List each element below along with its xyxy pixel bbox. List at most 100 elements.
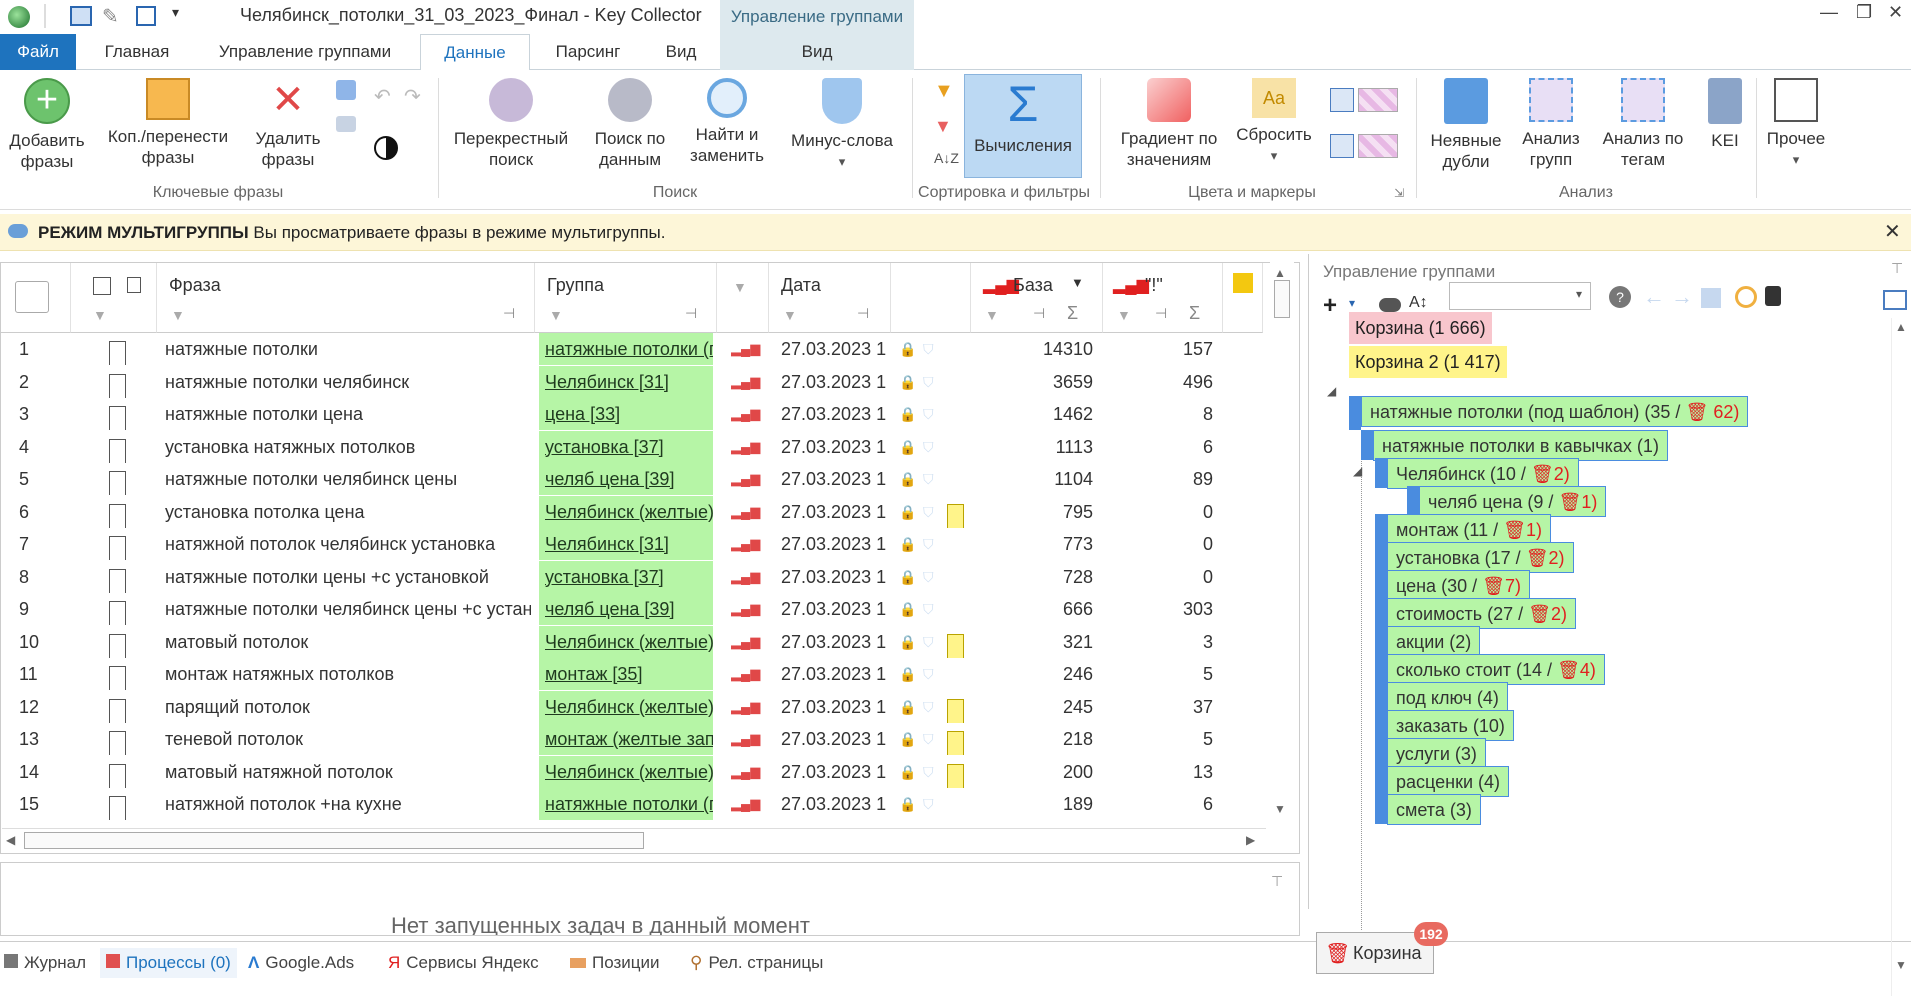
- column-chooser-icon[interactable]: [15, 281, 49, 313]
- collapse-icon[interactable]: [1701, 288, 1721, 308]
- checkbox[interactable]: [109, 698, 126, 723]
- lock-icon[interactable]: 🔒: [899, 788, 915, 820]
- shield-icon[interactable]: ⛉: [923, 431, 939, 463]
- table-row[interactable]: 10 матовый потолок Челябинск (желтые) ▂▄▆ 27…: [1, 625, 1261, 659]
- lock-icon[interactable]: 🔒: [899, 398, 915, 430]
- filter-icon[interactable]: ▼: [1117, 307, 1131, 323]
- lock-icon[interactable]: 🔒: [899, 496, 915, 528]
- lock-icon[interactable]: 🔒: [899, 756, 915, 788]
- checkbox[interactable]: [109, 471, 126, 495]
- column-group-header[interactable]: Группа ▼ ⊣: [535, 263, 717, 333]
- close-window-icon[interactable]: ✕: [1888, 2, 1903, 23]
- lock-icon[interactable]: 🔒: [899, 593, 915, 625]
- column-excl-header[interactable]: ▂▄▆ "!" ▼ ⊣ Σ: [1103, 263, 1223, 333]
- group-link[interactable]: Челябинск [31]: [539, 528, 713, 560]
- lock-icon[interactable]: 🔒: [899, 626, 915, 658]
- pin-icon[interactable]: ⊣: [503, 305, 515, 322]
- group-link[interactable]: натяжные потолки (под шаблон) [35]: [539, 333, 713, 365]
- row-checkbox[interactable]: [109, 463, 129, 495]
- chart-icon[interactable]: ▂▄▆: [731, 431, 761, 463]
- copy-move-phrases-button[interactable]: Коп./перенести фразы: [102, 78, 234, 168]
- find-replace-button[interactable]: Найти и заменить: [682, 78, 772, 166]
- row-checkbox[interactable]: [109, 496, 129, 528]
- minimize-icon[interactable]: —: [1820, 2, 1838, 23]
- group-node[interactable]: монтаж (11 / 🗑1): [1387, 514, 1551, 545]
- dialog-launcher-icon[interactable]: ⇲: [1394, 186, 1404, 200]
- column-settings-header[interactable]: [1, 263, 71, 333]
- eraser-icon[interactable]: [336, 116, 356, 132]
- cross-search-button[interactable]: Перекрестный поиск: [446, 78, 576, 170]
- group-node[interactable]: расценки (4): [1387, 766, 1510, 797]
- row-checkbox[interactable]: [109, 658, 129, 690]
- filter-icon[interactable]: ▼: [985, 307, 999, 323]
- row-checkbox[interactable]: [109, 431, 129, 463]
- row-checkbox[interactable]: [109, 561, 129, 593]
- checkbox[interactable]: [109, 373, 126, 398]
- pin-icon[interactable]: ⊣: [685, 305, 697, 322]
- close-notice-icon[interactable]: ✕: [1884, 214, 1901, 251]
- group-link[interactable]: Челябинск [31]: [539, 365, 713, 398]
- table-icon[interactable]: [136, 6, 156, 26]
- checkbox[interactable]: [109, 568, 126, 593]
- sort-az-icon[interactable]: A↓Z: [934, 150, 959, 166]
- group-link[interactable]: Челябинск (желтые): [539, 755, 713, 788]
- column-phrase-header[interactable]: Фраза ▼ ⊣: [157, 263, 535, 333]
- lock-icon[interactable]: 🔒: [899, 691, 915, 723]
- pin-icon[interactable]: ⊣: [1033, 305, 1045, 322]
- tab-group-management[interactable]: Управление группами: [200, 34, 410, 70]
- color-palette-dropdown[interactable]: [1358, 134, 1398, 158]
- table-row[interactable]: 9 натяжные потолки челябинск цены +с уста…: [1, 593, 1261, 626]
- column-base-header[interactable]: ▂▄▆ База ▼ ▼ ⊣ Σ: [971, 263, 1103, 333]
- shield-icon[interactable]: ⛉: [923, 593, 939, 625]
- help-icon[interactable]: ?: [1609, 286, 1631, 308]
- group-node[interactable]: Челябинск (10 / 🗑2): [1387, 458, 1579, 489]
- dropdown-icon[interactable]: ▾: [1349, 296, 1355, 310]
- group-link[interactable]: челяб цена [39]: [539, 593, 713, 625]
- tab-processes[interactable]: Процессы (0): [100, 948, 237, 978]
- checkbox[interactable]: [109, 341, 126, 365]
- shield-icon[interactable]: ⛉: [923, 561, 939, 593]
- tab-relevant-pages[interactable]: ⚲ Рел. страницы: [690, 948, 823, 978]
- gradient-button[interactable]: Градиент по значениям: [1110, 78, 1228, 170]
- clear-filter-icon[interactable]: ▼: [934, 116, 952, 137]
- column-extra-header[interactable]: [1223, 263, 1263, 333]
- tree-collapse-icon[interactable]: ◢: [1353, 464, 1362, 478]
- column-mode-icon[interactable]: [127, 277, 141, 293]
- tree-collapse-icon[interactable]: ◢: [1327, 384, 1336, 398]
- scrollbar-thumb[interactable]: [24, 832, 644, 849]
- filter-icon[interactable]: ▼: [934, 80, 954, 103]
- calculations-button[interactable]: Σ Вычисления: [964, 74, 1082, 178]
- arrow-right-icon[interactable]: →: [1671, 284, 1693, 310]
- group-node[interactable]: сколько стоит (14 / 🗑4): [1387, 654, 1605, 685]
- tab-yandex-services[interactable]: Я Сервисы Яндекс: [388, 948, 539, 978]
- group-link[interactable]: натяжные потолки (под шаблон): [539, 788, 713, 820]
- split-icon[interactable]: [336, 80, 356, 100]
- grid-color-icon[interactable]: [1330, 134, 1354, 158]
- group-node[interactable]: заказать (10): [1387, 710, 1514, 741]
- filter-icon[interactable]: ▼: [93, 307, 107, 323]
- grid-view-icon[interactable]: [1883, 290, 1907, 310]
- shield-icon[interactable]: ⛉: [923, 398, 939, 430]
- group-link[interactable]: Челябинск (желтые): [539, 495, 713, 528]
- table-row[interactable]: 6 установка потолка цена Челябинск (желты…: [1, 495, 1261, 529]
- implicit-duplicates-button[interactable]: Неявные дубли: [1424, 78, 1508, 172]
- group-node[interactable]: услуги (3): [1387, 738, 1486, 769]
- shield-icon[interactable]: ⛉: [923, 756, 939, 788]
- filter-icon[interactable]: ▼: [733, 279, 747, 295]
- lock-icon[interactable]: 🔒: [899, 723, 915, 755]
- minus-words-button[interactable]: Минус-слова ▾: [780, 78, 904, 172]
- grid-horizontal-scrollbar[interactable]: ◀ ▶: [2, 828, 1266, 852]
- table-row[interactable]: 13 теневой потолок монтаж (желтые зап.) ▂▄▆…: [1, 723, 1261, 756]
- reset-button[interactable]: Aa Сбросить ▾: [1226, 78, 1322, 166]
- marker-cell[interactable]: [947, 626, 967, 658]
- group-link[interactable]: установка [37]: [539, 560, 713, 593]
- tab-file[interactable]: Файл: [0, 34, 76, 70]
- chart-icon[interactable]: ▂▄▆: [731, 528, 761, 560]
- tab-data[interactable]: Данные: [420, 34, 530, 71]
- lock-icon[interactable]: [1765, 286, 1781, 306]
- chart-icon[interactable]: ▂▄▆: [731, 593, 761, 625]
- group-link[interactable]: челяб цена [39]: [539, 463, 713, 495]
- shield-icon[interactable]: ⛉: [923, 496, 939, 528]
- tab-home[interactable]: Главная: [88, 34, 186, 70]
- group-link[interactable]: монтаж (желтые зап.): [539, 723, 713, 755]
